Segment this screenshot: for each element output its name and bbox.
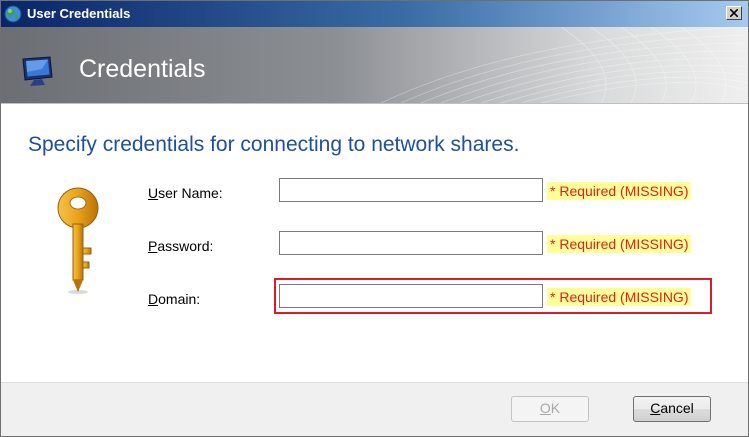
button-bar: OK Cancel xyxy=(1,382,748,436)
domain-label: Domain: xyxy=(148,291,201,307)
globe-icon xyxy=(4,5,22,23)
banner-title: Credentials xyxy=(79,55,206,83)
domain-input[interactable] xyxy=(279,284,543,308)
header-banner: Credentials xyxy=(1,27,748,103)
username-required-badge: * Required (MISSING) xyxy=(547,182,692,200)
domain-required-badge: * Required (MISSING) xyxy=(547,288,692,306)
close-button[interactable] xyxy=(726,6,742,20)
banner-separator xyxy=(1,103,748,104)
close-icon xyxy=(730,9,738,17)
username-label: User Name: xyxy=(148,185,223,201)
password-label: Password: xyxy=(148,238,214,254)
title-bar[interactable]: User Credentials xyxy=(1,1,748,27)
user-credentials-dialog: User Credentials Credentials Specify cre… xyxy=(0,0,749,437)
monitor-icon xyxy=(20,55,58,91)
ok-button[interactable]: OK xyxy=(511,396,589,422)
password-required-badge: * Required (MISSING) xyxy=(547,235,692,253)
username-input[interactable] xyxy=(279,178,543,202)
page-heading: Specify credentials for connecting to ne… xyxy=(28,133,520,156)
cancel-button[interactable]: Cancel xyxy=(633,396,711,422)
password-input[interactable] xyxy=(279,231,543,255)
key-icon xyxy=(53,186,103,300)
window-title: User Credentials xyxy=(27,6,131,21)
